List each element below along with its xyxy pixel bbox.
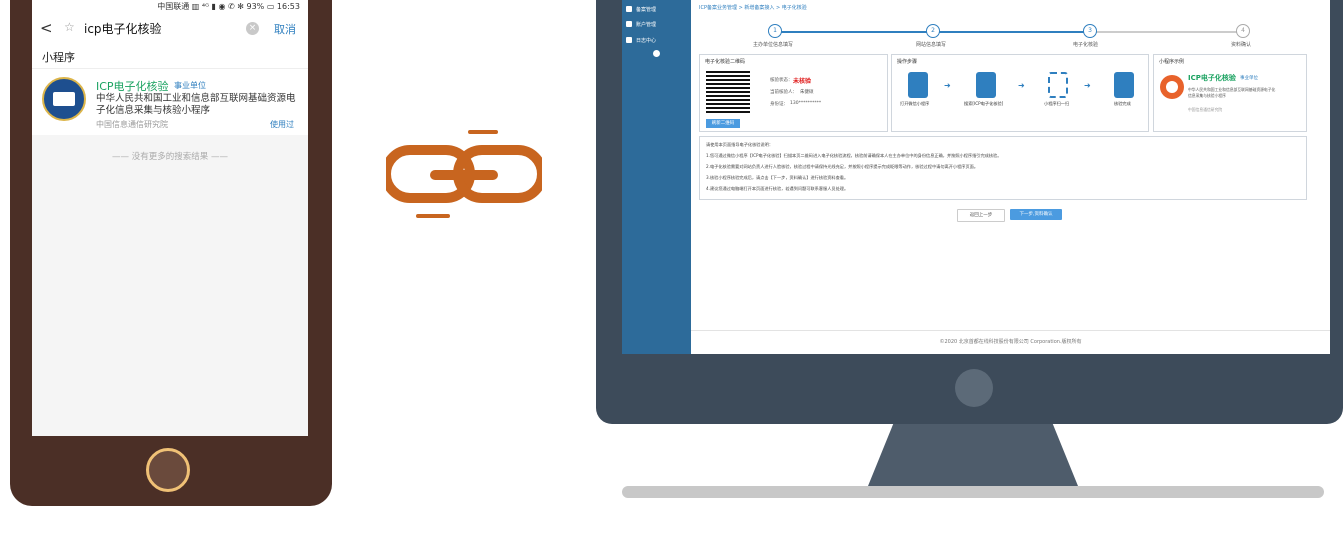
section-header: 小程序 [32,44,308,68]
home-button[interactable] [146,448,190,492]
id-value: 130********** [790,101,822,106]
mini-source: 中国信息通信研究院 [1188,107,1223,112]
search-input[interactable]: icp电子化核验 [84,20,162,37]
sidebar: 备案管理 账户管理 日志中心 [622,0,691,354]
step-label-1: 主办单位信息填写 [753,42,794,48]
account-icon [626,21,632,27]
mini-tag: 事业单位 [1240,76,1258,81]
qr-code [706,69,750,113]
gear-logo-icon [1160,75,1184,99]
step-circle-4: 4 [1236,24,1250,38]
sidebar-item-account[interactable]: 账户管理 [636,21,656,28]
result-source: 中国信息通信研究院 [96,120,168,129]
miniprogram-logo-icon [42,77,86,121]
steps-panel-title: 操作步骤 [897,59,918,65]
step-circle-2: 2 [926,24,940,38]
phone-status-bar: 中国联通 ▥ ⁴ᴳ ▮ ◉ ✆ ✻ 93% ▭ 16:53 [32,0,308,14]
qr-panel: 电子化核验二维码 核验状态： 未核验 当前核验人： 朱健硕 身份证： 130**… [699,54,888,132]
record-icon [626,6,632,12]
status-value: 未核验 [793,78,812,85]
next-step-button[interactable]: 下一步,资料确认 [1010,209,1062,220]
monitor-stand [868,424,1078,486]
step-circle-1: 1 [768,24,782,38]
chain-link-icon [381,130,547,220]
instruction-line: 1.您可通过微信小程序【ICP电子化核验】扫描本页二维码进入电子化核验流程，核验… [706,153,1002,158]
refresh-qr-button[interactable]: 刷新二维码 [706,119,740,128]
step-circle-3: 3 [1083,24,1097,38]
document-check-icon [1114,72,1134,98]
instruction-line: 3.核验小程序核验完成后，请点击【下一步，资料确认】进行核验资料查看。 [706,175,849,180]
step-label-3: 电子化核验 [1073,42,1099,48]
result-title: ICP电子化核验 [96,80,169,93]
sidebar-item-records[interactable]: 备案管理 [636,6,656,13]
result-description: 中华人民共和国工业和信息部互联网基础资源电子化信息采集与核验小程序 [96,93,296,116]
step-label-2: 网站信息填写 [916,42,947,48]
no-more-results: —— 没有更多的搜索结果 —— [112,152,228,162]
search-bar: < ☆ icp电子化核验 × 取消 [32,14,308,44]
instructions-title: 请使用本页面指导电子化核验说明： [706,142,774,147]
footer: ©2020 北京首都在线科技股份有限公司 Corporation.版权所有 [939,339,1082,345]
qr-panel-title: 电子化核验二维码 [705,59,746,65]
person-label: 当前核验人： [770,90,797,95]
mini-desc-2: 信息采集与核验小程序 [1188,93,1226,98]
sidebar-item-logs[interactable]: 日志中心 [636,37,656,44]
step-label: 搜索[ICP电子化核验] [964,101,1004,106]
scan-icon [1048,72,1068,98]
prev-step-button[interactable]: 返回上一步 [957,209,1005,222]
step-line-pending [1089,31,1243,33]
arrow-right-icon: ➜ [1084,81,1091,90]
mini-panel-title: 小程序示例 [1159,59,1185,65]
monitor-screen: 备案管理 账户管理 日志中心 ICP备案业务管理 > 新增备案接入 > 电子化核… [622,0,1330,354]
step-label: 小程序扫一扫 [1044,101,1070,106]
clear-icon[interactable]: × [246,22,259,35]
instruction-line: 4.建议您通过电脑端打开本页面进行核验，若遇到问题可联系客服人员处理。 [706,186,849,191]
arrow-right-icon: ➜ [1018,81,1025,90]
step-label: 核验完成 [1114,101,1131,106]
step-label-4: 资料确认 [1231,42,1252,48]
main-content: ICP备案业务管理 > 新增备案接入 > 电子化核验 1 主办单位信息填写 2 … [691,0,1330,354]
search-phone-icon [976,72,996,98]
instructions-panel: 请使用本页面指导电子化核验说明： 1.您可通过微信小程序【ICP电子化核验】扫描… [699,136,1307,200]
mini-program-panel: 小程序示例 ICP电子化核验 事业单位 中华人民共和国工业和信息部互联网基础资源… [1153,54,1307,132]
phone-icon [908,72,928,98]
breadcrumb[interactable]: ICP备案业务管理 > 新增备案接入 > 电子化核验 [699,4,807,11]
steps-panel: 操作步骤 ➜ ➜ ➜ 打开微信小程序 搜索[ICP电子化核验] 小程序扫一扫 核… [891,54,1149,132]
step-label: 打开微信小程序 [900,101,930,106]
status-label: 核验状态： [770,78,793,83]
collapse-icon[interactable] [653,50,660,57]
footer-divider [691,330,1330,331]
search-result-item[interactable]: ICP电子化核验 事业单位 中华人民共和国工业和信息部互联网基础资源电子化信息采… [32,68,308,135]
mini-name: ICP电子化核验 [1188,74,1236,82]
result-tag: 事业单位 [174,81,206,90]
back-icon[interactable]: < [40,19,53,37]
instruction-line: 2.电子化核验需要对网站负责人进行人脸核验，核验过程中请保持光线充足，并按照小程… [706,164,979,169]
star-icon[interactable]: ☆ [64,20,75,34]
phone-screen: 中国联通 ▥ ⁴ᴳ ▮ ◉ ✆ ✻ 93% ▭ 16:53 < ☆ icp电子化… [32,0,308,436]
progress-steps: 1 主办单位信息填写 2 网站信息填写 3 电子化核验 4 资料确认 [691,22,1330,52]
section-title: 小程序 [42,51,75,64]
monitor-base [622,486,1324,498]
power-button[interactable] [955,369,993,407]
result-used-label: 使用过 [270,120,294,129]
lock-icon [626,37,632,43]
arrow-right-icon: ➜ [944,81,951,90]
id-label: 身份证： [770,102,788,107]
cancel-button[interactable]: 取消 [274,21,296,37]
person-value: 朱健硕 [800,90,814,95]
